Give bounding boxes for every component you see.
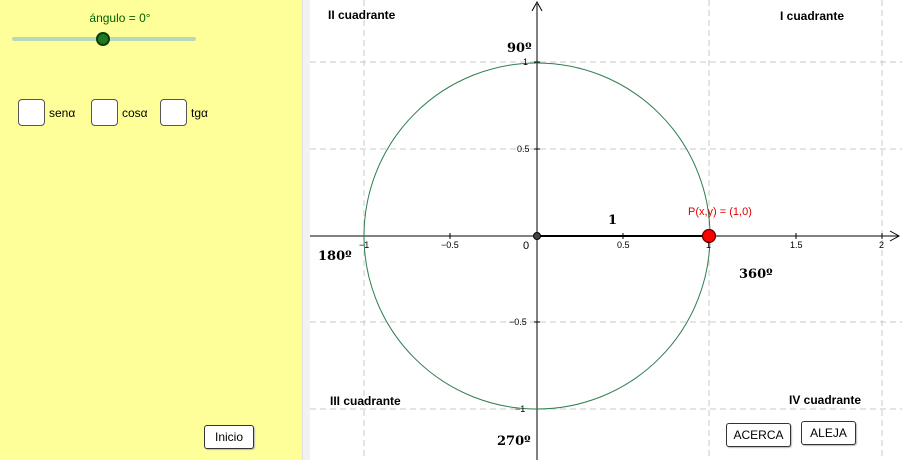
angle-slider-knob[interactable] bbox=[96, 32, 110, 46]
quadrant-1-label: I cuadrante bbox=[780, 9, 845, 23]
x-tick-label: 2 bbox=[879, 240, 885, 250]
grid bbox=[310, 0, 902, 460]
zoom-in-button[interactable]: ACERCA bbox=[726, 423, 791, 447]
point-p-label: P(x,y) = (1,0) bbox=[688, 206, 752, 218]
checkbox-cos-box[interactable] bbox=[91, 99, 118, 126]
quadrant-3-label: III cuadrante bbox=[330, 394, 401, 408]
checkbox-tg-label: tgα bbox=[191, 106, 208, 120]
x-tick-label: −1 bbox=[359, 240, 370, 250]
quadrant-2-label: II cuadrante bbox=[328, 8, 396, 22]
y-tick-label: −1 bbox=[515, 404, 526, 414]
inicio-button[interactable]: Inicio bbox=[204, 425, 254, 449]
checkbox-sen-label: senα bbox=[49, 106, 76, 120]
panel-divider[interactable] bbox=[302, 0, 310, 460]
x-tick-label: 1 bbox=[706, 240, 712, 250]
angle-90-label: 90º bbox=[507, 41, 532, 56]
x-tick-label: 0.5 bbox=[617, 240, 630, 250]
checkbox-cos-label: cosα bbox=[122, 106, 148, 120]
graphics-view[interactable]: II cuadrante I cuadrante III cuadrante I… bbox=[310, 0, 902, 460]
checkbox-tg-box[interactable] bbox=[160, 99, 187, 126]
checkbox-sen-box[interactable] bbox=[18, 99, 45, 126]
x-tick-label: −0.5 bbox=[441, 240, 459, 250]
radius-label: 1 bbox=[608, 213, 618, 228]
angle-180-label: 180º bbox=[318, 249, 352, 264]
origin-point bbox=[533, 232, 541, 240]
zoom-out-button[interactable]: ALEJA bbox=[801, 421, 856, 445]
angle-270-label: 270º bbox=[497, 434, 531, 449]
y-tick-label: 0.5 bbox=[517, 144, 530, 154]
angle-slider-label: ángulo = 0° bbox=[89, 11, 151, 25]
x-tick-label: 0 bbox=[523, 240, 530, 252]
algebra-panel: ángulo = 0° senα cosα tgα Inicio bbox=[0, 0, 302, 460]
y-tick-label: −0.5 bbox=[509, 317, 527, 327]
angle-360-label: 360º bbox=[739, 267, 773, 282]
x-tick-label: 1.5 bbox=[790, 240, 803, 250]
y-tick-label: 1 bbox=[523, 57, 529, 67]
graphics-canvas bbox=[310, 0, 902, 460]
quadrant-4-label: IV cuadrante bbox=[789, 393, 862, 407]
